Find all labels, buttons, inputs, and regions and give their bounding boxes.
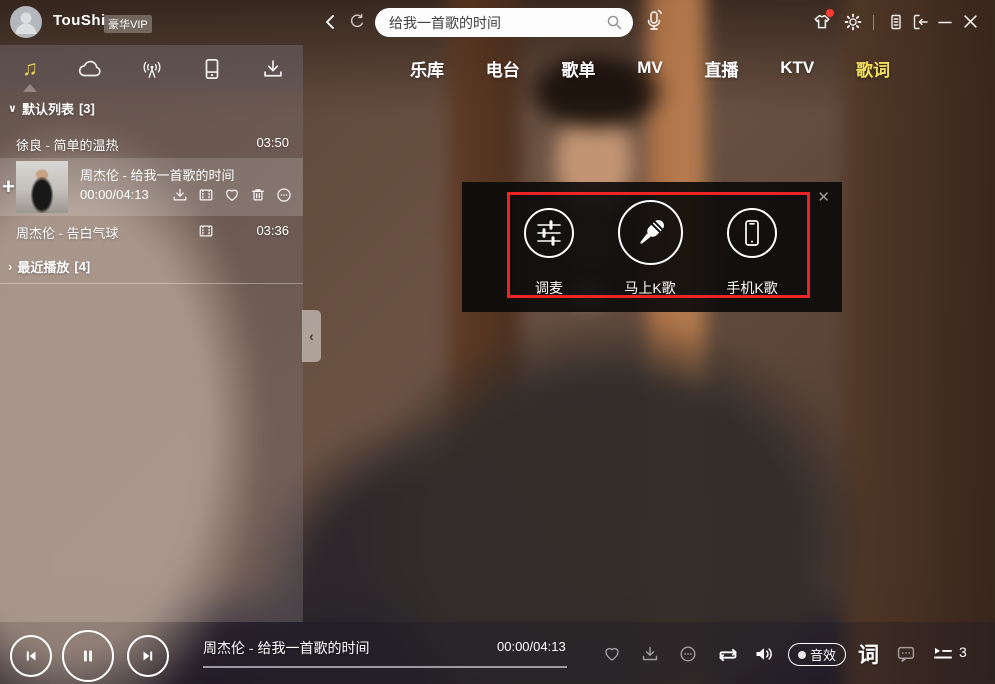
- song-title: 周杰伦 - 告白气球: [16, 223, 119, 242]
- now-playing-row[interactable]: 周杰伦 - 给我一首歌的时间 00:00/04:13: [0, 158, 303, 216]
- default-playlist-header[interactable]: ∨ 默认列表 [3]: [8, 98, 95, 118]
- mini-player-icon[interactable]: [887, 13, 905, 31]
- download-manager-icon[interactable]: [262, 57, 288, 81]
- recent-played-header[interactable]: › 最近播放 [4]: [8, 256, 90, 276]
- close-icon[interactable]: [962, 13, 980, 31]
- notification-dot: [826, 9, 834, 17]
- player-bar: 周杰伦 - 给我一首歌的时间 00:00/04:13 音效 词 3: [0, 622, 995, 684]
- phone-karaoke-label[interactable]: 手机K歌: [702, 278, 802, 298]
- tune-mic-label[interactable]: 调麦: [499, 278, 599, 298]
- local-music-icon[interactable]: ♫: [17, 57, 43, 81]
- add-song-button[interactable]: +: [2, 174, 15, 200]
- sing-now-label[interactable]: 马上K歌: [600, 278, 700, 298]
- trash-icon[interactable]: [250, 187, 266, 203]
- comment-icon[interactable]: [896, 645, 916, 663]
- tab-ktv[interactable]: KTV: [780, 58, 814, 78]
- mv-film-icon[interactable]: [198, 187, 214, 203]
- divider: [873, 15, 874, 30]
- album-art[interactable]: [16, 161, 68, 213]
- settings-gear-icon[interactable]: [844, 13, 862, 31]
- cloud-icon[interactable]: [78, 57, 104, 81]
- previous-button[interactable]: [10, 635, 52, 677]
- song-title: 徐良 - 简单的温热: [16, 135, 119, 154]
- song-duration: 03:50: [256, 135, 289, 150]
- tab-playlists[interactable]: 歌单: [562, 56, 596, 81]
- more-icon[interactable]: [276, 187, 292, 203]
- tune-mic-button[interactable]: [524, 208, 574, 258]
- playlist-title: 默认列表: [22, 99, 74, 118]
- search-icon[interactable]: [606, 14, 623, 31]
- more-icon[interactable]: [679, 645, 697, 663]
- download-icon[interactable]: [172, 187, 188, 203]
- download-icon[interactable]: [641, 645, 659, 663]
- sing-now-button[interactable]: [618, 200, 683, 265]
- song-row[interactable]: 周杰伦 - 告白气球 03:36: [0, 217, 303, 245]
- playlist-count: [4]: [74, 259, 90, 274]
- current-song-title: 周杰伦 - 给我一首歌的时间: [203, 638, 369, 658]
- sidebar-tab-strip: ♫: [0, 45, 303, 92]
- search-box: [375, 8, 633, 37]
- play-queue-icon[interactable]: [932, 646, 954, 662]
- tab-music-library[interactable]: 乐库: [410, 56, 444, 81]
- phone-karaoke-button[interactable]: [727, 208, 777, 258]
- divider: [0, 283, 303, 284]
- back-icon[interactable]: [322, 13, 340, 31]
- repeat-mode-icon[interactable]: [716, 647, 740, 663]
- dock-left-icon[interactable]: [911, 13, 929, 31]
- active-tab-caret: [23, 84, 37, 92]
- music-player-window: TouShi 豪华VIP: [0, 0, 995, 684]
- app-logo[interactable]: TouShi: [53, 12, 106, 29]
- tab-radio[interactable]: 电台: [486, 56, 520, 81]
- popup-close-icon[interactable]: ✕: [817, 188, 830, 206]
- voice-search-icon[interactable]: [644, 9, 664, 35]
- refresh-icon[interactable]: [348, 13, 366, 31]
- chevron-right-icon: ›: [8, 259, 12, 274]
- playlist-title: 最近播放: [17, 257, 69, 276]
- sound-effect-dot-icon: [798, 651, 806, 659]
- playlist-count: [3]: [79, 101, 95, 116]
- now-playing-title: 周杰伦 - 给我一首歌的时间: [80, 165, 235, 184]
- now-playing-time: 00:00/04:13: [80, 187, 149, 202]
- ktv-popup: 调麦 马上K歌 手机K歌 ✕: [462, 182, 842, 312]
- next-button[interactable]: [127, 635, 169, 677]
- smartphone-icon: [737, 218, 767, 248]
- device-phone-icon[interactable]: [201, 57, 227, 81]
- main-nav: 乐库 电台 歌单 MV 直播 KTV 歌词: [410, 54, 890, 82]
- tab-mv[interactable]: MV: [637, 58, 663, 78]
- lyrics-button[interactable]: 词: [858, 639, 879, 669]
- pause-button[interactable]: [62, 630, 114, 682]
- volume-icon[interactable]: [754, 645, 776, 663]
- mixer-sliders-icon: [534, 218, 564, 248]
- chevron-down-icon: ∨: [8, 102, 17, 115]
- vip-badge[interactable]: 豪华VIP: [104, 15, 152, 33]
- chevron-left-icon: ‹: [309, 328, 314, 344]
- playback-time: 00:00/04:13: [497, 639, 566, 654]
- tab-lyrics[interactable]: 歌词: [856, 56, 890, 81]
- song-row[interactable]: 徐良 - 简单的温热 03:50: [0, 129, 303, 157]
- favorite-heart-icon[interactable]: [602, 645, 622, 663]
- top-bar: TouShi 豪华VIP: [0, 0, 995, 45]
- song-duration: 03:36: [256, 223, 289, 238]
- progress-bar[interactable]: [203, 666, 567, 668]
- sound-effect-label: 音效: [810, 645, 836, 664]
- minimize-icon[interactable]: [937, 14, 955, 32]
- tab-live[interactable]: 直播: [705, 56, 739, 81]
- heart-icon[interactable]: [224, 187, 240, 203]
- avatar[interactable]: [10, 6, 42, 38]
- sidebar-collapse-handle[interactable]: ‹: [302, 310, 321, 362]
- queue-count[interactable]: 3: [959, 644, 967, 660]
- sound-effect-toggle[interactable]: 音效: [788, 643, 846, 666]
- search-input[interactable]: [375, 8, 633, 37]
- microphone-icon: [631, 213, 671, 253]
- radio-tower-icon[interactable]: [139, 57, 165, 81]
- sidebar: ♫ ∨ 默认列表 [3] 徐良 - 简单的温热 03:50: [0, 45, 303, 622]
- mv-film-icon[interactable]: [198, 223, 214, 239]
